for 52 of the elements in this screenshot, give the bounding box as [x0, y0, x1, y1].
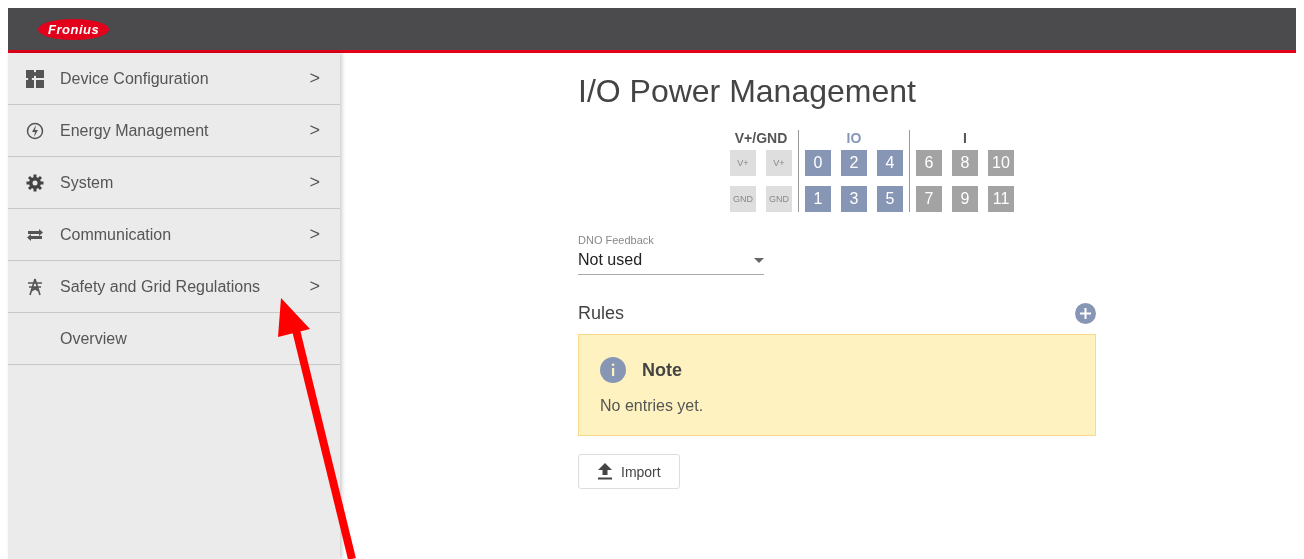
- pin-tile: 6: [916, 150, 942, 176]
- pin-tile: V+: [766, 150, 792, 176]
- pin-tile: 3: [841, 186, 867, 212]
- chevron-icon: >: [309, 68, 320, 89]
- pin-tile: GND: [730, 186, 756, 212]
- item-label: Safety and Grid Regulations: [60, 277, 262, 296]
- pin-tile: 10: [988, 150, 1014, 176]
- pin-group-label: I: [963, 130, 967, 146]
- pin-tile: 7: [916, 186, 942, 212]
- swap-arrows-icon: [26, 227, 44, 242]
- pin-tile: 5: [877, 186, 903, 212]
- chevron-icon: >: [309, 276, 320, 297]
- pin-tile: 8: [952, 150, 978, 176]
- section-title: Rules: [578, 303, 625, 324]
- lightning-bolt-icon: [26, 121, 44, 140]
- chevron-icon: >: [309, 172, 320, 193]
- info-icon: [600, 357, 626, 383]
- field-label: DNO Feedback: [578, 234, 655, 246]
- gear-icon: [26, 173, 44, 192]
- pin-tile: GND: [766, 186, 792, 212]
- chevron-icon: >: [309, 224, 320, 245]
- dropdown-caret-icon: [754, 257, 764, 263]
- item-label: Device Configuration: [60, 69, 210, 88]
- item-label: Overview: [60, 329, 128, 348]
- pin-tile: 4: [877, 150, 903, 176]
- item-label: Energy Management: [60, 121, 210, 140]
- item-label: System: [60, 173, 115, 192]
- sidebar-item[interactable]: Communication >: [8, 209, 340, 261]
- pin-group-label: IO: [846, 130, 862, 146]
- sidebar-item[interactable]: Device Configuration >: [8, 53, 340, 105]
- pin-tile: 2: [841, 150, 867, 176]
- upload-icon: [597, 463, 613, 480]
- chevron-icon: >: [309, 120, 320, 141]
- brand-logo: Fronius: [38, 18, 110, 40]
- pin-tile: 9: [952, 186, 978, 212]
- dno-feedback-dropdown[interactable]: Not used: [578, 246, 764, 275]
- import-button[interactable]: Import: [578, 454, 680, 489]
- page-title: I/O Power Management: [578, 73, 917, 110]
- pin-tile: 1: [805, 186, 831, 212]
- sidebar-item[interactable]: System >: [8, 157, 340, 209]
- item-label: Communication: [60, 225, 173, 244]
- pin-tile: V+: [730, 150, 756, 176]
- sidebar-item[interactable]: Energy Management >: [8, 105, 340, 157]
- puzzle-icon: [26, 69, 44, 88]
- note-text: No entries yet.: [600, 397, 705, 415]
- power-pylon-icon: [26, 277, 44, 296]
- pin-group-label: V+/GND: [734, 130, 788, 146]
- plus-icon: [1080, 308, 1091, 319]
- pin-tile: 11: [988, 186, 1014, 212]
- note-title: Note: [642, 359, 682, 381]
- add-rule-button[interactable]: [1075, 303, 1096, 324]
- pin-tile: 0: [805, 150, 831, 176]
